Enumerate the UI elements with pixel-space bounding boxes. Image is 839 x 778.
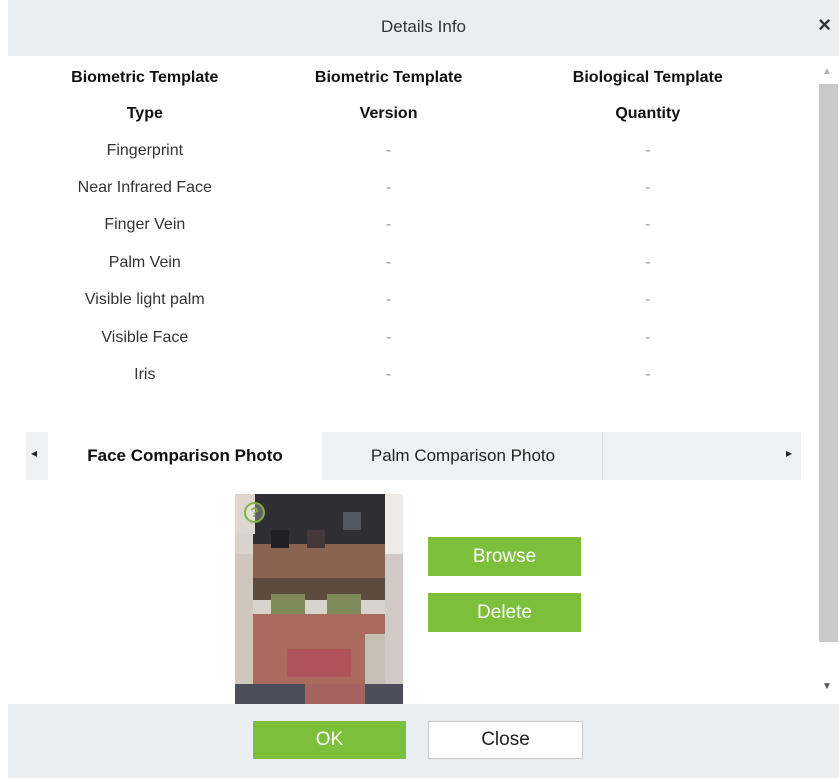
tab-scroll-left-icon[interactable]: ◂ — [31, 446, 37, 460]
row-version: - — [385, 179, 392, 197]
header-version-line1: Biometric Template — [314, 69, 463, 86]
table-row: Visible Face - - — [34, 319, 774, 356]
table-row: Iris - - — [34, 356, 774, 393]
row-quantity: - — [645, 366, 651, 384]
dialog-title-bar: Details Info × — [8, 0, 839, 56]
header-quantity-line1: Biological Template — [572, 69, 723, 86]
table-row: Fingerprint - - — [34, 132, 774, 169]
table-row: Finger Vein - - — [34, 207, 774, 244]
row-type: Fingerprint — [106, 141, 184, 159]
scrollbar-thumb[interactable] — [819, 84, 838, 642]
row-type: Iris — [134, 366, 156, 384]
row-quantity: - — [645, 328, 651, 346]
dialog-title: Details Info — [380, 17, 467, 36]
tab-scroll-right-icon[interactable]: ▸ — [786, 446, 792, 460]
row-type: Visible Face — [101, 328, 189, 346]
face-photo — [235, 494, 403, 704]
row-type: Palm Vein — [108, 253, 181, 271]
row-version: - — [385, 141, 392, 159]
scroll-up-icon[interactable]: ▲ — [822, 66, 832, 77]
row-quantity: - — [645, 291, 651, 309]
tab-palm-comparison-photo[interactable]: Palm Comparison Photo — [324, 432, 602, 480]
ok-button[interactable]: OK — [253, 721, 406, 759]
table-row: Palm Vein - - — [34, 244, 774, 281]
row-quantity: - — [645, 141, 651, 159]
browse-button[interactable]: Browse — [428, 537, 581, 576]
header-type-line1: Biometric Template — [71, 69, 219, 86]
table-header-row: Biometric Template Biometric Template Bi… — [34, 60, 774, 96]
row-quantity: - — [645, 216, 651, 234]
row-quantity: - — [645, 179, 651, 197]
delete-button[interactable]: Delete — [428, 593, 581, 632]
scroll-down-icon[interactable]: ▼ — [822, 681, 832, 692]
row-version: - — [385, 291, 392, 309]
row-version: - — [385, 328, 392, 346]
table-row: Visible light palm - - — [34, 282, 774, 319]
row-type: Finger Vein — [104, 216, 186, 234]
row-version: - — [385, 253, 392, 271]
dialog-footer — [8, 704, 839, 778]
table-header-row-2: Type Version Quantity — [34, 96, 774, 132]
table-row: Near Infrared Face - - — [34, 169, 774, 206]
close-button[interactable]: Close — [428, 721, 583, 759]
help-icon[interactable]: ? — [244, 502, 265, 523]
row-version: - — [385, 216, 392, 234]
row-quantity: - — [645, 253, 651, 271]
header-version-line2: Version — [359, 105, 418, 122]
row-version: - — [385, 366, 392, 384]
header-quantity-line2: Quantity — [615, 105, 681, 122]
close-icon[interactable]: × — [818, 14, 831, 36]
row-type: Visible light palm — [84, 291, 205, 309]
tab-face-comparison-photo[interactable]: Face Comparison Photo — [48, 432, 322, 480]
row-type: Near Infrared Face — [77, 179, 212, 197]
header-type-line2: Type — [126, 105, 163, 122]
tab-divider — [602, 432, 603, 480]
biometric-table: Biometric Template Biometric Template Bi… — [34, 60, 774, 394]
pixelated-face-image — [235, 494, 403, 704]
